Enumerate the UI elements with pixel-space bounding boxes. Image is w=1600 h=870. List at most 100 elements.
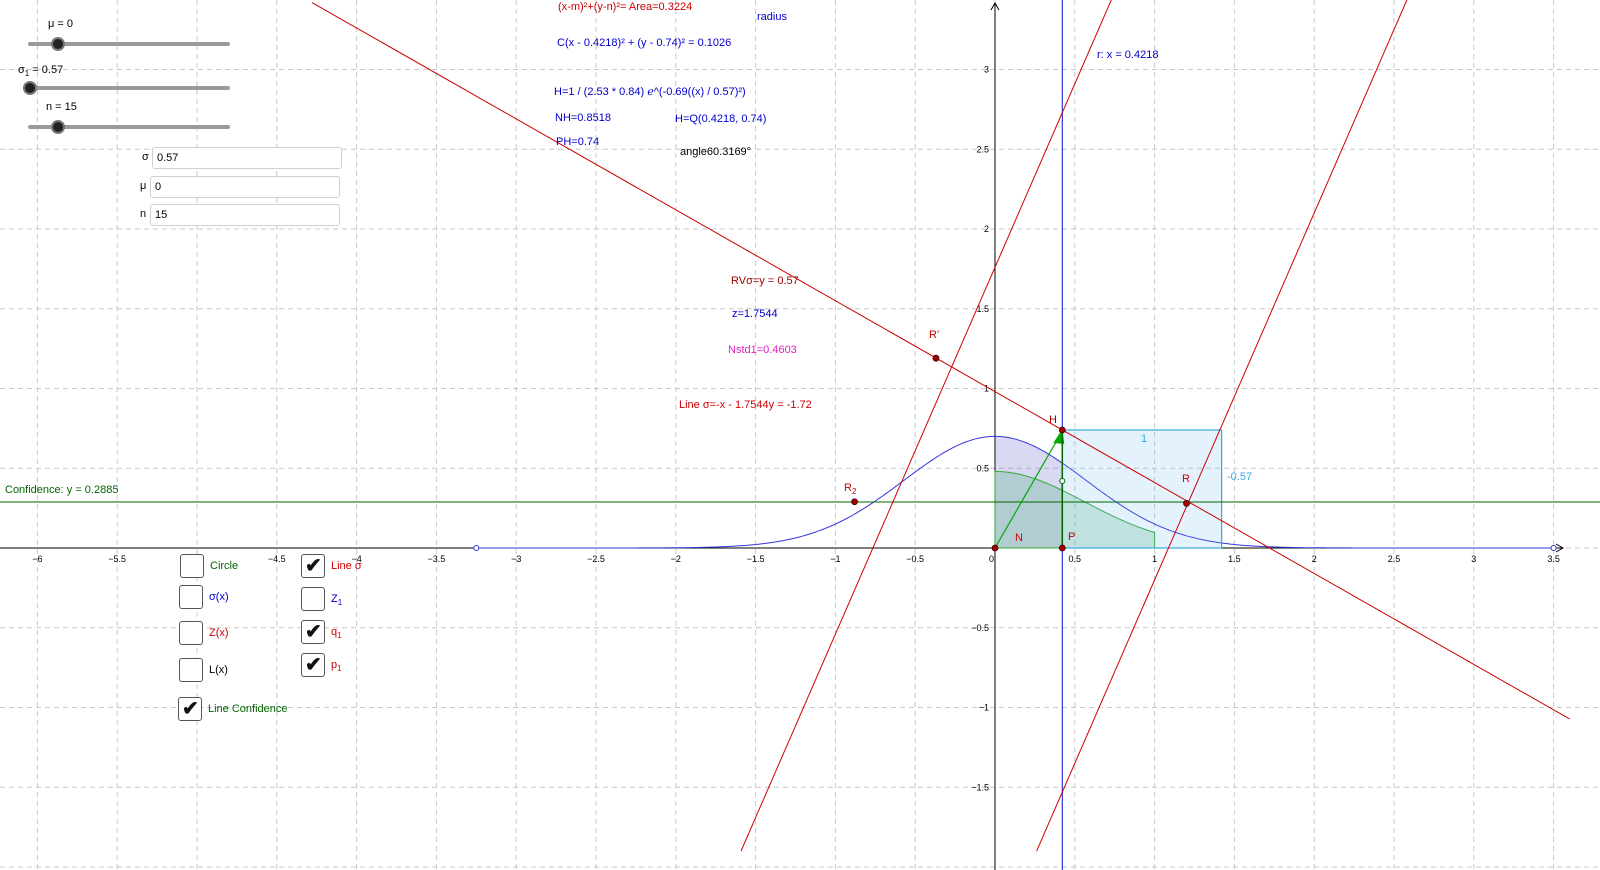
checkbox-z-x-label: Z(x) bbox=[209, 627, 229, 639]
rv-sigma-text: RVσ=y = 0.57 bbox=[731, 275, 799, 287]
construction bbox=[0, 0, 1600, 870]
x-tick-label: −1 bbox=[830, 554, 840, 564]
point-n bbox=[991, 544, 999, 552]
checkmark-icon: ✔ bbox=[305, 555, 322, 577]
slider-mu[interactable]: μ = 0 bbox=[28, 18, 238, 58]
checkbox-z1-label: Z1 bbox=[331, 593, 343, 608]
x-tick-label: −3.5 bbox=[428, 554, 446, 564]
z-text: z=1.7544 bbox=[732, 308, 778, 320]
line-sigma bbox=[311, 2, 1570, 720]
point-r2 bbox=[851, 498, 858, 506]
checkbox-box[interactable]: ✔ bbox=[301, 620, 325, 644]
checkbox-p1-label: p1 bbox=[331, 659, 342, 674]
confidence-text: Confidence: y = 0.2885 bbox=[5, 484, 119, 496]
slider-n-knob[interactable] bbox=[51, 120, 65, 134]
n-input[interactable] bbox=[150, 204, 340, 226]
slider-sigma1[interactable]: σ1 = 0.57 bbox=[18, 62, 238, 102]
x-tick-label: −2 bbox=[671, 554, 681, 564]
point-n-label: N bbox=[1015, 532, 1023, 544]
y-tick-label: −0.5 bbox=[971, 623, 989, 633]
slider-mu-label: μ = 0 bbox=[48, 18, 73, 30]
nh-text: NH=0.8518 bbox=[555, 112, 611, 124]
sigma-input[interactable] bbox=[152, 147, 342, 169]
nstd-text: Nstd1=0.4603 bbox=[728, 344, 797, 356]
x-tick-label: −3 bbox=[511, 554, 521, 564]
circle-equation-text: C(x - 0.4218)² + (y - 0.74)² = 0.1026 bbox=[557, 37, 732, 49]
x-tick-label: −5.5 bbox=[108, 554, 126, 564]
line-sigma-equation-text: Line σ=-x - 1.7544y = -1.72 bbox=[679, 399, 812, 411]
y-tick-label: −1.5 bbox=[971, 782, 989, 792]
x-axis-tick-labels: −6−5.5−5−4.5−4−3.5−3−2.5−2−1.5−1−0.50.51… bbox=[32, 554, 1560, 564]
grid bbox=[0, 0, 1600, 870]
n-input-label: n bbox=[140, 208, 147, 220]
area-text: (x-m)²+(y-n)²= Area=0.3224 bbox=[558, 1, 693, 13]
sigma-input-field: σ bbox=[142, 147, 352, 169]
radius-text: radius bbox=[757, 11, 787, 23]
n-input-field: n bbox=[140, 204, 350, 226]
y-tick-label: 2.5 bbox=[976, 144, 989, 154]
point-r bbox=[1183, 499, 1190, 507]
point-h bbox=[1058, 426, 1066, 434]
point-p bbox=[1058, 544, 1066, 552]
y-tick-label: −1 bbox=[979, 703, 989, 713]
hq-text: H=Q(0.4218, 0.74) bbox=[675, 113, 767, 125]
point-h-label: H bbox=[1049, 414, 1057, 426]
checkbox-box[interactable]: ✔ bbox=[178, 697, 202, 721]
y-axis-tick-labels: 32.521.510.5−0.5−1−1.5 bbox=[971, 65, 989, 793]
line-p1 bbox=[1036, 0, 1408, 852]
checkmark-icon: ✔ bbox=[305, 654, 322, 676]
x-tick-label: 2.5 bbox=[1388, 554, 1401, 564]
slider-sigma1-track[interactable] bbox=[28, 86, 230, 90]
point-curve-left bbox=[473, 545, 480, 551]
y-tick-label: 2 bbox=[984, 224, 989, 234]
checkbox-box[interactable] bbox=[180, 554, 204, 578]
origin-label: 0 bbox=[989, 554, 994, 564]
point-r-label: R bbox=[1182, 473, 1190, 485]
x-tick-label: 3.5 bbox=[1547, 554, 1560, 564]
mu-input[interactable] bbox=[150, 176, 340, 198]
checkbox-box[interactable] bbox=[179, 585, 203, 609]
checkbox-box[interactable]: ✔ bbox=[301, 554, 325, 578]
x-tick-label: −1.5 bbox=[747, 554, 765, 564]
slider-n[interactable]: n = 15 bbox=[28, 101, 238, 141]
slider-mu-knob[interactable] bbox=[51, 37, 65, 51]
x-tick-label: 0.5 bbox=[1069, 554, 1082, 564]
slider-sigma1-knob[interactable] bbox=[23, 81, 37, 95]
checkbox-box[interactable] bbox=[179, 658, 203, 682]
sigma-input-label: σ bbox=[142, 151, 149, 163]
x-tick-label: −0.5 bbox=[906, 554, 924, 564]
checkbox-circle-label: Circle bbox=[210, 560, 239, 572]
checkbox-l-x-label: L(x) bbox=[209, 664, 228, 676]
point-r-prime bbox=[932, 354, 940, 362]
slider-sigma1-label: σ1 = 0.57 bbox=[18, 64, 64, 79]
checkbox-line-sigma-label: Line σ bbox=[331, 560, 362, 572]
mu-input-field: μ bbox=[140, 176, 350, 198]
x-tick-label: 3 bbox=[1471, 554, 1476, 564]
checkmark-icon: ✔ bbox=[305, 621, 322, 643]
angle-text: angle60.3169° bbox=[680, 146, 752, 158]
ph-text: PH=0.74 bbox=[556, 136, 600, 148]
point-midpoint bbox=[1059, 478, 1066, 485]
point-p-label: P bbox=[1068, 531, 1076, 543]
checkbox-box[interactable] bbox=[179, 621, 203, 645]
checkbox-box[interactable] bbox=[301, 587, 325, 611]
rect-top-label: 1 bbox=[1141, 433, 1148, 445]
point-r2-label: R2 bbox=[844, 482, 857, 497]
point-r-prime-label: R' bbox=[929, 329, 940, 341]
x-tick-label: −6 bbox=[32, 554, 42, 564]
y-tick-label: 0.5 bbox=[976, 463, 989, 473]
x-tick-label: 1 bbox=[1152, 554, 1157, 564]
checkbox-line-confidence-label: Line Confidence bbox=[208, 703, 288, 715]
checkbox-box[interactable]: ✔ bbox=[301, 653, 325, 677]
mu-input-label: μ bbox=[140, 180, 147, 192]
x-tick-label: 2 bbox=[1312, 554, 1317, 564]
x-tick-label: −2.5 bbox=[587, 554, 605, 564]
slider-n-label: n = 15 bbox=[46, 101, 77, 113]
point-curve-right bbox=[1550, 545, 1557, 551]
rect-side-label: -0.57 bbox=[1227, 471, 1253, 483]
y-tick-label: 1 bbox=[984, 384, 989, 394]
blue-rectangle bbox=[1061, 429, 1223, 549]
y-tick-label: 3 bbox=[984, 65, 989, 75]
graphics-view[interactable]: −6−5.5−5−4.5−4−3.5−3−2.5−2−1.5−1−0.50.51… bbox=[0, 0, 1600, 870]
x-tick-label: 1.5 bbox=[1228, 554, 1241, 564]
